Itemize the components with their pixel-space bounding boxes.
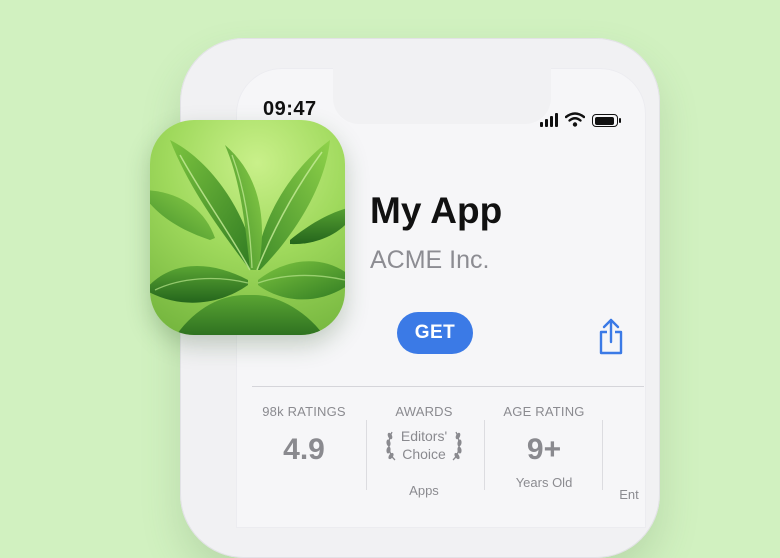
- plant-leaves-icon: [150, 140, 345, 335]
- ratings-value: 4.9: [283, 433, 325, 466]
- laurel-icon: [386, 431, 396, 461]
- laurel-icon: [452, 431, 462, 461]
- age-sub: Years Old: [515, 475, 573, 490]
- award-badge: Editors' Choice: [378, 427, 470, 463]
- stat-separator: [366, 420, 367, 490]
- share-icon[interactable]: [598, 318, 624, 356]
- stat-separator: [602, 420, 603, 490]
- awards-sub: Apps: [409, 483, 439, 498]
- notch: [333, 68, 551, 124]
- app-title: My App: [370, 190, 503, 231]
- age-value: 9+: [526, 433, 562, 466]
- stat-ratings: 98k RATINGS 4.9: [258, 404, 350, 467]
- stat-age: AGE RATING 9+ Years Old: [496, 404, 592, 490]
- award-line-2: Choice: [402, 446, 446, 462]
- stat-awards: AWARDS Editors' Choice Apps: [378, 404, 470, 498]
- ratings-label: 98k RATINGS: [262, 404, 346, 419]
- status-icons: [540, 112, 621, 127]
- app-icon[interactable]: [150, 120, 345, 335]
- signal-icon: [540, 113, 558, 127]
- stat-separator: [484, 420, 485, 490]
- awards-label: AWARDS: [395, 404, 453, 419]
- award-line-1: Editors': [400, 428, 448, 444]
- stat-category: C Ent: [612, 404, 646, 502]
- divider: [252, 386, 644, 387]
- age-label: AGE RATING: [503, 404, 585, 419]
- wifi-icon: [565, 112, 585, 127]
- status-time: 09:47: [263, 98, 317, 120]
- category-sub: Ent: [619, 487, 639, 502]
- app-developer[interactable]: ACME Inc.: [370, 246, 489, 275]
- battery-icon: [592, 114, 621, 127]
- get-button[interactable]: GET: [397, 312, 473, 354]
